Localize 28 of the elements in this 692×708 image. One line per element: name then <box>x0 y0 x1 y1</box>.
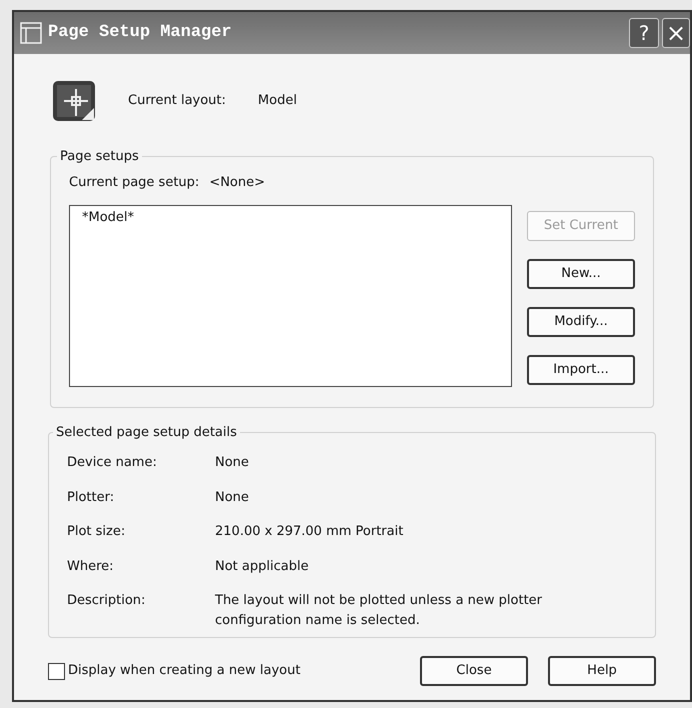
drawing-file-icon <box>52 80 96 122</box>
current-setup-value: <None> <box>209 174 266 192</box>
current-layout-value: Model <box>258 92 297 110</box>
checkbox[interactable] <box>48 662 65 680</box>
detail-label: Description: <box>67 592 146 610</box>
close-button[interactable]: × <box>662 18 690 48</box>
detail-value: None <box>215 488 250 506</box>
dialog-button[interactable]: New... <box>527 258 635 288</box>
dialog-button[interactable]: Help <box>548 656 656 686</box>
window-title: Page Setup Manager <box>48 22 232 44</box>
detail-label: Device name: <box>67 454 158 472</box>
detail-value: Not applicable <box>215 558 310 576</box>
detail-label: Plot size: <box>67 523 126 541</box>
page-setup-list[interactable]: *Model* <box>69 204 512 386</box>
detail-value: The layout will not be plotted unless a new plotter configuration name is selected. <box>215 592 544 630</box>
list-item[interactable]: *Model* <box>82 208 499 227</box>
detail-label: Plotter: <box>67 488 116 506</box>
help-button[interactable]: ? <box>629 18 659 48</box>
current-layout-label: Current layout: <box>128 92 226 110</box>
detail-value: None <box>215 454 250 472</box>
detail-label: Where: <box>67 558 115 576</box>
current-setup-label: Current page setup: <box>69 174 200 192</box>
detail-value: 210.00 x 297.00 mm Portrait <box>215 523 404 541</box>
checkbox-label: Display when creating a new layout <box>68 662 300 680</box>
dialog-button[interactable]: Close <box>420 656 528 686</box>
dialog-button[interactable]: Import... <box>527 354 635 384</box>
app-icon <box>20 22 42 44</box>
dialog-button[interactable]: Modify... <box>527 306 635 336</box>
